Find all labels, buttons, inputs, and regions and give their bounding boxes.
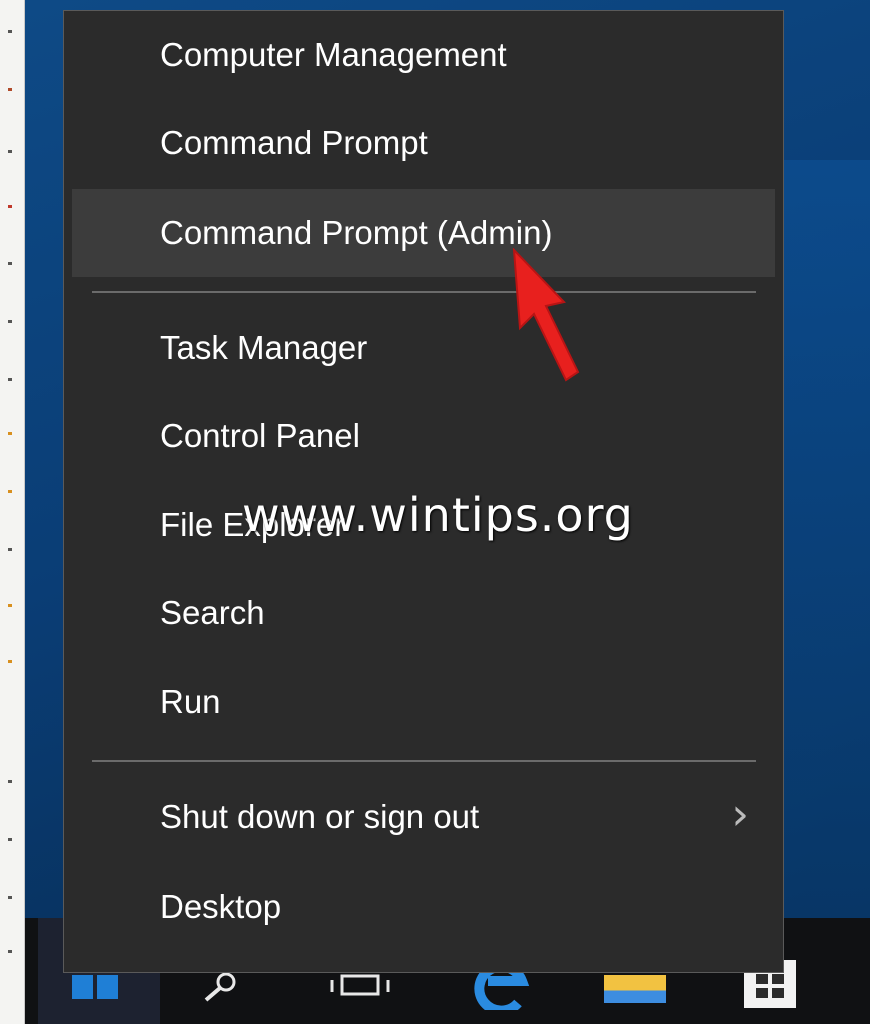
menu-item-control-panel[interactable]: Control Panel bbox=[72, 392, 775, 480]
menu-item-task-manager[interactable]: Task Manager bbox=[72, 304, 775, 392]
menu-item-shut-down-or-sign-out[interactable]: Shut down or sign out › bbox=[72, 773, 775, 861]
search-icon[interactable] bbox=[200, 972, 240, 1002]
menu-item-computer-management[interactable]: Computer Management bbox=[72, 11, 775, 99]
windows-logo-icon[interactable] bbox=[72, 975, 118, 999]
menu-item-label: Run bbox=[160, 683, 221, 720]
menu-item-label: Task Manager bbox=[160, 329, 368, 366]
menu-item-label: Desktop bbox=[160, 888, 282, 925]
menu-item-label: Computer Management bbox=[160, 36, 507, 73]
menu-separator bbox=[92, 760, 756, 762]
menu-item-run[interactable]: Run bbox=[72, 658, 775, 746]
menu-item-label: Search bbox=[160, 594, 265, 631]
background-window-edge bbox=[0, 0, 25, 1024]
file-explorer-icon[interactable] bbox=[604, 975, 666, 1003]
menu-item-command-prompt[interactable]: Command Prompt bbox=[72, 99, 775, 187]
menu-item-label: Command Prompt (Admin) bbox=[160, 214, 553, 251]
menu-item-desktop[interactable]: Desktop bbox=[72, 863, 775, 951]
watermark: www.wintips.org bbox=[242, 488, 634, 542]
menu-separator bbox=[92, 291, 756, 293]
menu-item-label: Shut down or sign out bbox=[160, 798, 480, 835]
annotation-arrow-icon bbox=[512, 248, 580, 382]
chevron-right-icon: › bbox=[731, 789, 749, 840]
menu-item-label: Command Prompt bbox=[160, 124, 428, 161]
task-view-icon[interactable] bbox=[330, 972, 390, 998]
menu-item-label: Control Panel bbox=[160, 417, 360, 454]
menu-item-search[interactable]: Search bbox=[72, 569, 775, 657]
menu-item-command-prompt-admin[interactable]: Command Prompt (Admin) bbox=[72, 189, 775, 277]
